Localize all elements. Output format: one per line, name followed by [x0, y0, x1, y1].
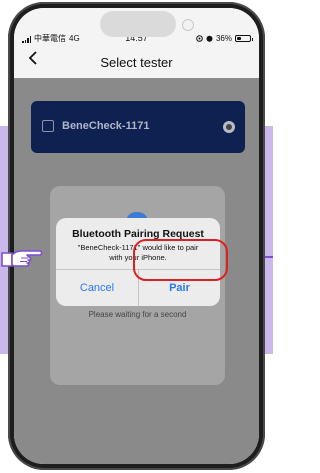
waiting-text: Please waiting for a second: [88, 310, 187, 319]
battery-percent: 36%: [215, 34, 232, 43]
battery-fill: [237, 37, 241, 40]
device-list-item[interactable]: BeneCheck-1171: [31, 101, 245, 153]
dynamic-island: [100, 11, 176, 37]
alarm-icon: [206, 35, 213, 42]
pointing-hand-icon: [1, 250, 43, 267]
phone-frame: 中華電信 4G 14:57 36% Select tester BeneChec…: [8, 2, 265, 470]
cancel-button[interactable]: Cancel: [56, 270, 138, 306]
device-radio[interactable]: [223, 121, 235, 133]
device-name: BeneCheck-1171: [62, 120, 150, 132]
device-checkbox[interactable]: [42, 120, 54, 132]
nav-bar: Select tester: [14, 46, 259, 78]
pair-highlight-circle: [133, 239, 228, 281]
camera-icon: [182, 19, 194, 31]
battery-icon: [235, 35, 253, 42]
status-right: 36%: [196, 34, 253, 43]
phone-screen: 中華電信 4G 14:57 36% Select tester BeneChec…: [14, 8, 259, 464]
page-title: Select tester: [100, 55, 173, 70]
location-icon: [196, 35, 203, 42]
